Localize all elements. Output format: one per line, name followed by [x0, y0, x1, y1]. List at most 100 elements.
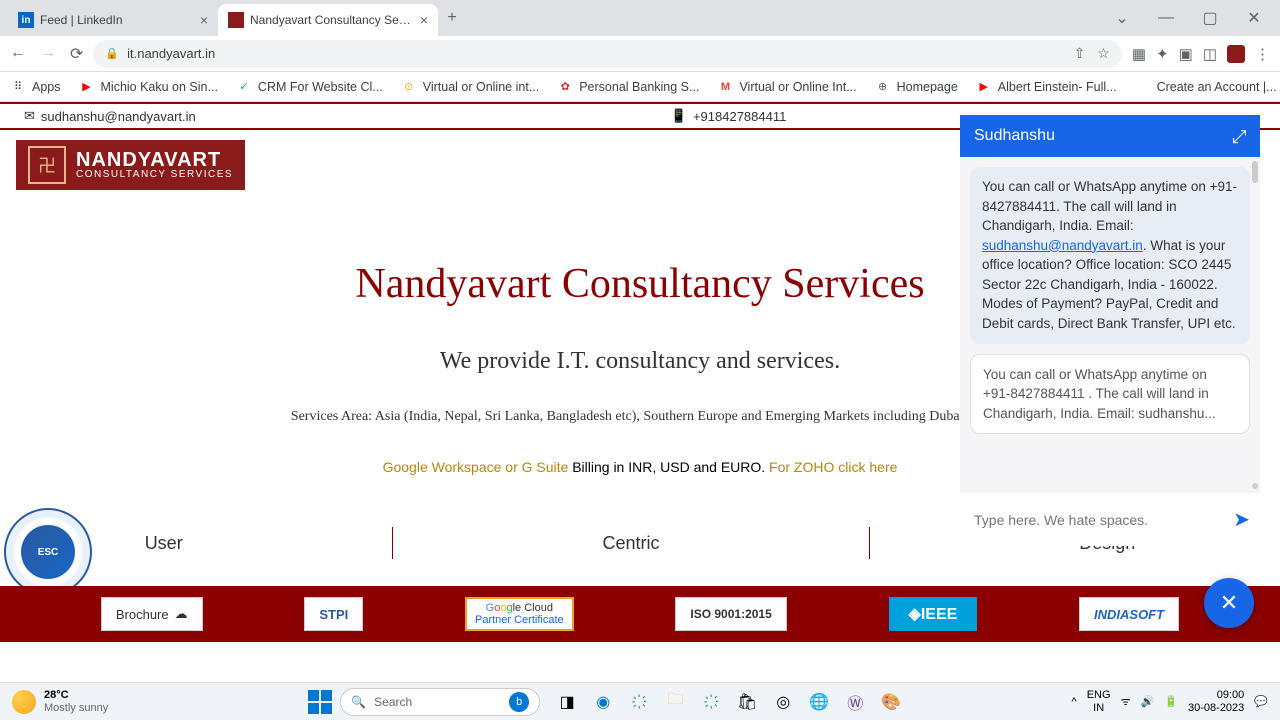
weather-condition: Mostly sunny — [44, 702, 108, 714]
bookmark-item[interactable]: Create an Account |... — [1135, 79, 1277, 95]
profile-icon[interactable] — [1227, 45, 1245, 63]
bookmark-item[interactable]: ▶Michio Kaku on Sin... — [79, 79, 218, 95]
nandyavart-favicon — [228, 12, 244, 28]
page-icon — [1135, 79, 1151, 95]
brochure-badge[interactable]: Brochure ☁ — [101, 597, 203, 631]
swastika-icon: 卍 — [28, 146, 66, 184]
scrollbar-thumb[interactable] — [1252, 483, 1258, 489]
email-link[interactable]: sudhanshu@nandyavart.in — [982, 238, 1143, 253]
temperature: 28°C — [44, 689, 108, 701]
youtube-icon: ▶ — [976, 79, 992, 95]
back-icon[interactable]: ← — [10, 44, 26, 64]
browser-toolbar: ← → ⟳ 🔒 it.nandyavart.in ⇧ ☆ ▦ ✦ ▣ ◫ ⋮ — [0, 36, 1280, 72]
bookmark-item[interactable]: ⊕Homepage — [875, 79, 958, 95]
scrollbar-thumb[interactable] — [1252, 161, 1258, 183]
star-icon[interactable]: ☆ — [1097, 45, 1110, 62]
phone-icon: 📱 — [671, 108, 687, 124]
wifi-icon[interactable]: ᯤ — [1121, 694, 1131, 709]
tab-nandyavart[interactable]: Nandyavart Consultancy Services × — [218, 4, 438, 36]
chat-input[interactable] — [974, 512, 1223, 528]
home-icon: ⊕ — [875, 79, 891, 95]
notification-icon[interactable]: 💬 — [1254, 695, 1268, 708]
close-window-icon[interactable]: ✕ — [1236, 3, 1272, 33]
new-tab-button[interactable]: + — [438, 4, 466, 32]
app-icon[interactable]: Ⓦ — [842, 689, 868, 715]
circle-icon: ⊙ — [401, 79, 417, 95]
app-icon[interactable]: ◉ — [590, 689, 616, 715]
brand-logo[interactable]: 卍 NANDYAVART CONSULTANCY SERVICES — [16, 140, 245, 190]
lock-icon: 🔒 — [105, 47, 119, 60]
share-icon[interactable]: ⇧ — [1074, 45, 1086, 62]
search-placeholder: Search — [374, 695, 412, 709]
system-tray: ^ ENG IN ᯤ 🔊 🔋 09:00 30-08-2023 💬 — [1072, 689, 1268, 713]
gsuite-link[interactable]: Google Workspace or G Suite — [383, 459, 569, 475]
vertical-divider — [869, 527, 870, 559]
apps-icon: ⠿ — [10, 79, 26, 95]
chevron-down-icon[interactable]: ⌄ — [1104, 3, 1140, 33]
edge-icon[interactable]: ҉ — [698, 689, 724, 715]
vertical-divider — [392, 527, 393, 559]
contact-phone[interactable]: 📱 +918427884411 — [671, 108, 787, 124]
billing-text: Billing in INR, USD and EURO. — [568, 459, 769, 475]
download-icon: ☁ — [175, 606, 188, 622]
clock[interactable]: 09:00 30-08-2023 — [1188, 689, 1244, 713]
bookmark-item[interactable]: ▶Albert Einstein- Full... — [976, 79, 1117, 95]
extension-icon[interactable]: ▦ — [1132, 45, 1146, 63]
taskbar-center: 🔍 Search b ◨ ◉ ҉ 🗀 ҉ 🛍 ◎ 🌐 Ⓦ 🎨 — [308, 688, 904, 716]
volume-icon[interactable]: 🔊 — [1141, 695, 1155, 708]
bookmark-item[interactable]: ✿Personal Banking S... — [557, 79, 699, 95]
gmail-icon: M — [717, 79, 733, 95]
linkedin-favicon: in — [18, 12, 34, 28]
battery-icon[interactable]: 🔋 — [1164, 695, 1178, 708]
bookmark-item[interactable]: ⊙Virtual or Online int... — [401, 79, 540, 95]
search-icon: 🔍 — [351, 695, 366, 709]
bookmark-apps[interactable]: ⠿Apps — [10, 79, 61, 95]
collapse-icon[interactable]: ⤡ — [1228, 129, 1249, 143]
esc-inner: ESC — [21, 525, 75, 579]
chat-message-suggestion[interactable]: You can call or WhatsApp anytime on +91-… — [970, 354, 1250, 435]
cast-icon[interactable]: ▣ — [1179, 45, 1193, 63]
start-button[interactable] — [308, 690, 332, 714]
store-icon[interactable]: 🛍 — [734, 689, 760, 715]
tab-close-icon[interactable]: × — [200, 12, 208, 28]
forward-icon[interactable]: → — [40, 44, 56, 64]
esc-badge: ESC — [4, 508, 92, 596]
chat-message-bot: You can call or WhatsApp anytime on +91-… — [970, 167, 1250, 344]
send-icon[interactable]: ➤ — [1233, 507, 1250, 532]
extensions-area: ▦ ✦ ▣ ◫ ⋮ — [1132, 45, 1270, 63]
address-bar[interactable]: 🔒 it.nandyavart.in ⇧ ☆ — [93, 40, 1121, 68]
paint-icon[interactable]: 🎨 — [878, 689, 904, 715]
tray-overflow-icon[interactable]: ^ — [1072, 696, 1077, 708]
reload-icon[interactable]: ⟳ — [70, 44, 83, 64]
chat-body: You can call or WhatsApp anytime on +91-… — [960, 157, 1260, 493]
bookmark-item[interactable]: MVirtual or Online Int... — [717, 79, 856, 95]
triad-word: User — [145, 533, 183, 554]
weather-widget[interactable]: 28°C Mostly sunny — [12, 689, 108, 713]
taskbar-search[interactable]: 🔍 Search b — [340, 688, 540, 716]
maximize-icon[interactable]: ▢ — [1192, 3, 1228, 33]
triad-word: Centric — [602, 533, 659, 554]
task-view-icon[interactable]: ◨ — [554, 689, 580, 715]
zoho-link[interactable]: For ZOHO click here — [769, 459, 897, 475]
chat-header[interactable]: Sudhanshu ⤡ — [960, 115, 1260, 157]
chrome-icon[interactable]: ◎ — [770, 689, 796, 715]
puzzle-icon[interactable]: ✦ — [1156, 45, 1169, 63]
accreditation-strip: Brochure ☁ STPI Google Google CloudCloud… — [0, 586, 1280, 642]
contact-email[interactable]: ✉ sudhanshu@nandyavart.in — [24, 108, 196, 124]
sidepanel-icon[interactable]: ◫ — [1203, 45, 1217, 63]
menu-icon[interactable]: ⋮ — [1255, 45, 1270, 63]
bookmark-item[interactable]: ✓CRM For Website Cl... — [236, 79, 383, 95]
chat-input-row: ➤ — [960, 493, 1260, 546]
app-icon[interactable]: 🌐 — [806, 689, 832, 715]
tab-close-icon[interactable]: × — [420, 12, 428, 28]
minimize-icon[interactable]: — — [1148, 3, 1184, 33]
browser-tab-strip: in Feed | LinkedIn × Nandyavart Consulta… — [0, 0, 1280, 36]
explorer-icon[interactable]: 🗀 — [662, 689, 688, 715]
language-indicator[interactable]: ENG IN — [1087, 689, 1111, 713]
logo-text: NANDYAVART CONSULTANCY SERVICES — [76, 150, 233, 180]
tab-linkedin[interactable]: in Feed | LinkedIn × — [8, 4, 218, 36]
gcloud-title: Google Google CloudCloud — [486, 602, 553, 614]
edge-icon[interactable]: ҉ — [626, 689, 652, 715]
chat-fab-close[interactable]: ✕ — [1204, 578, 1254, 628]
sun-icon — [12, 690, 36, 714]
